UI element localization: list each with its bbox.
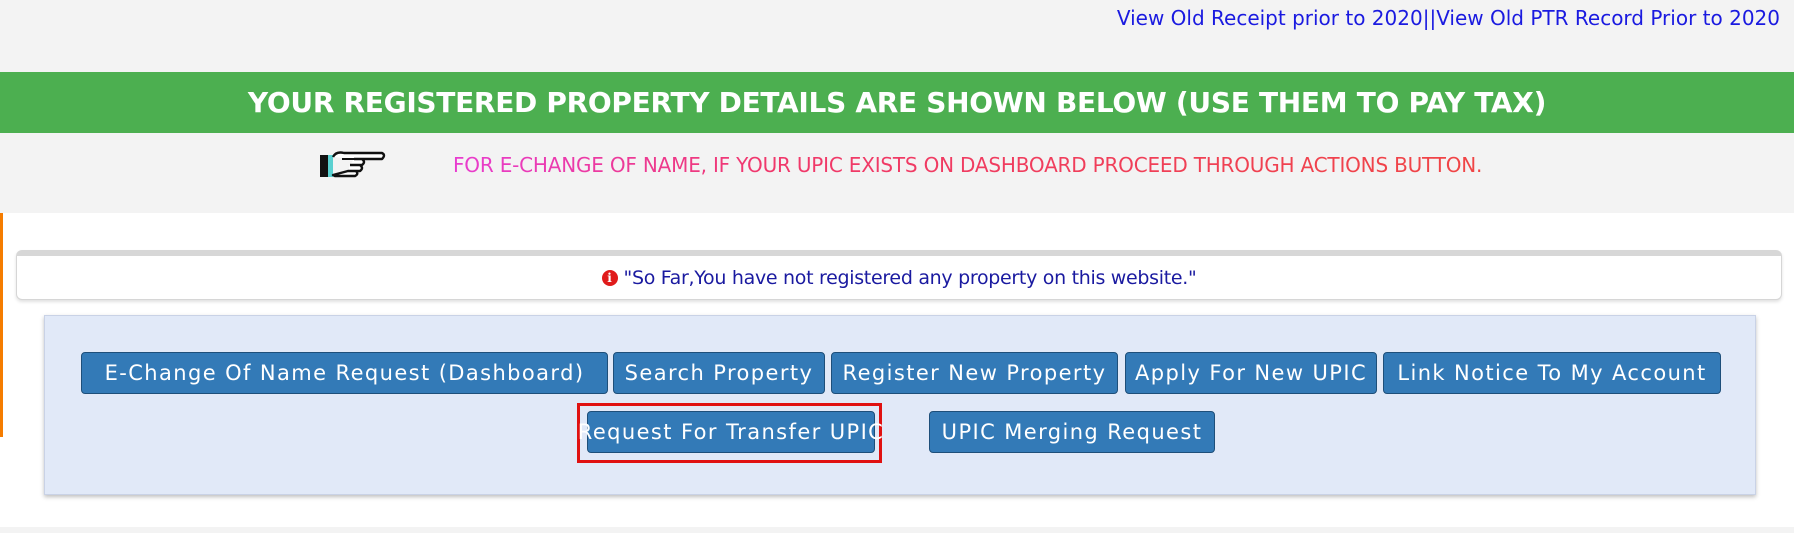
no-property-alert: i "So Far,You have not registered any pr… <box>16 250 1782 300</box>
link-notice-button[interactable]: Link Notice To My Account <box>1383 352 1721 394</box>
pointing-hand-icon <box>320 151 386 178</box>
content-area: i "So Far,You have not registered any pr… <box>0 213 1794 533</box>
register-new-property-button[interactable]: Register New Property <box>831 352 1118 394</box>
upic-merging-request-button[interactable]: UPIC Merging Request <box>929 411 1215 453</box>
top-links: View Old Receipt prior to 2020||View Old… <box>1117 6 1780 30</box>
echange-notice: FOR E-CHANGE OF NAME, IF YOUR UPIC EXIST… <box>0 133 1794 213</box>
property-details-banner: YOUR REGISTERED PROPERTY DETAILS ARE SHO… <box>0 72 1794 133</box>
notice-text: FOR E-CHANGE OF NAME, IF YOUR UPIC EXIST… <box>453 153 1483 177</box>
info-icon: i <box>601 269 618 286</box>
bottom-strip <box>0 527 1794 533</box>
search-property-button[interactable]: Search Property <box>613 352 825 394</box>
apply-new-upic-button[interactable]: Apply For New UPIC <box>1125 352 1377 394</box>
old-ptr-link[interactable]: View Old PTR Record Prior to 2020 <box>1436 6 1780 30</box>
action-button-panel: E-Change Of Name Request (Dashboard) Sea… <box>44 315 1756 495</box>
link-separator: || <box>1422 6 1437 30</box>
request-transfer-upic-button[interactable]: Request For Transfer UPIC <box>578 411 883 453</box>
orange-edge-bar <box>0 213 3 437</box>
banner-title: YOUR REGISTERED PROPERTY DETAILS ARE SHO… <box>247 86 1547 119</box>
echange-dashboard-button[interactable]: E-Change Of Name Request (Dashboard) <box>81 352 608 394</box>
old-receipt-link[interactable]: View Old Receipt prior to 2020 <box>1117 6 1423 30</box>
alert-message: "So Far,You have not registered any prop… <box>623 266 1197 289</box>
